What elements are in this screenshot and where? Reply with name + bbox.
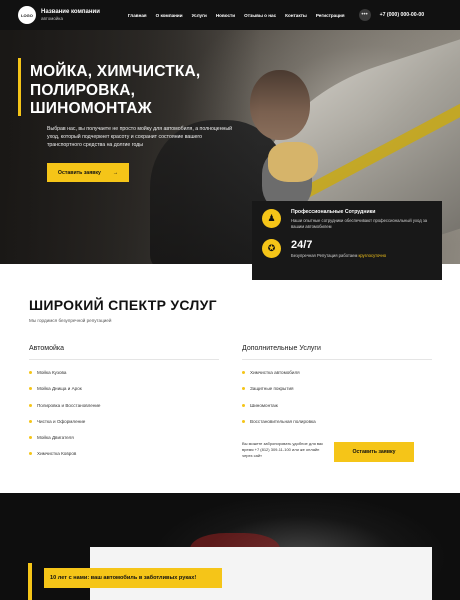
booking-text: Вы можете забронировать удобное для вас …	[242, 441, 324, 459]
car-wash-column-title: Автомойка	[29, 345, 64, 352]
feature-24-7-desc: Безупречная Репутация работаем круглосут…	[291, 253, 386, 259]
list-item-label: Химчистка автомобиля	[250, 370, 300, 375]
company-subtitle: автомойка	[41, 15, 63, 21]
list-item-label: Шиномонтаж	[250, 402, 278, 408]
bullet-icon	[29, 371, 32, 374]
feature-staff-desc: Наши опытные сотрудники обеспечивают про…	[291, 218, 428, 230]
car-wash-list: Мойка Кузова Мойка Днища и Арок Полировк…	[29, 370, 100, 468]
extra-services-list: Химчистка автомобиля Защитные покрытия Ш…	[242, 370, 316, 435]
bullet-icon	[29, 387, 32, 391]
header-phone[interactable]: +7 (000) 000-00-00	[380, 12, 425, 18]
feature-staff: ♟ Профессиональные Сотрудники Наши опытн…	[262, 209, 432, 231]
hero-description: Выбрав нас, вы получаете не просто мойку…	[47, 126, 233, 149]
company-name: Название компании	[41, 8, 100, 15]
list-item[interactable]: Мойка Кузова	[29, 370, 100, 375]
banner-accent	[28, 563, 32, 600]
list-item[interactable]: Мойка Днища и Арок	[29, 386, 100, 391]
bullet-icon	[29, 436, 32, 440]
bullet-icon	[29, 452, 32, 456]
list-item-label: Чистка и Оформление	[37, 418, 86, 424]
more-menu-icon[interactable]: •••	[358, 9, 371, 21]
bullet-icon	[242, 419, 245, 423]
list-item-label: Восстановительная полировка	[250, 418, 316, 424]
list-item[interactable]: Шиномонтаж	[242, 403, 316, 408]
bullet-icon	[242, 371, 245, 374]
bullet-icon	[29, 419, 32, 423]
hero-request-label: Оставить заявку	[57, 169, 101, 176]
feature-24-7-title: 24/7	[291, 238, 313, 251]
feature-24-7-accent: круглосуточно	[358, 252, 387, 258]
list-item[interactable]: Защитные покрытия	[242, 386, 316, 391]
list-item-label: Мойка Кузова	[37, 370, 67, 375]
feature-staff-title: Профессиональные Сотрудники	[291, 209, 376, 215]
list-item[interactable]: Химчистка Ковров	[29, 451, 100, 456]
brand: Название компании автомойка	[41, 9, 100, 21]
nav-home[interactable]: Главная	[128, 13, 147, 18]
logo[interactable]: LOGO	[18, 6, 36, 24]
nav-contacts[interactable]: Контакты	[285, 13, 307, 18]
site-header: LOGO Название компании автомойка Главная…	[0, 0, 460, 30]
hero-request-button[interactable]: Оставить заявку →	[47, 163, 129, 182]
booking-request-button[interactable]: Оставить заявку	[334, 442, 414, 462]
list-item-label: Защитные покрытия	[250, 386, 294, 392]
services-title: Широкий спектр услуг	[29, 297, 217, 313]
polishing-cloth	[268, 142, 318, 182]
extra-services-column-title: Дополнительные Услуги	[242, 345, 321, 352]
list-item-label: Мойка Днища и Арок	[37, 386, 82, 392]
list-item-label: Полировка и Восстановление	[37, 402, 101, 408]
list-item-label: Мойка Двигателя	[37, 435, 74, 441]
list-item[interactable]: Полировка и Восстановление	[29, 403, 100, 408]
bullet-icon	[29, 403, 32, 407]
bullet-icon	[242, 387, 245, 391]
nav-reviews[interactable]: Отзывы о нас	[244, 13, 276, 18]
nav-about[interactable]: О компании	[156, 13, 183, 18]
hero-title: Мойка, химчистка, полировка, шиномонтаж	[30, 63, 201, 118]
feature-24-7: ✪ 24/7 Безупречная Репутация работаем кр…	[262, 238, 432, 259]
nav-news[interactable]: Новости	[216, 13, 235, 18]
list-item[interactable]: Химчистка автомобиля	[242, 370, 316, 375]
list-item[interactable]: Восстановительная полировка	[242, 419, 316, 424]
feature-24-7-desc-text: Безупречная Репутация работаем	[291, 252, 359, 258]
bullet-icon	[242, 403, 245, 407]
nav-register[interactable]: Регистрация	[316, 13, 345, 18]
divider	[29, 359, 219, 360]
nav-services[interactable]: Услуги	[192, 13, 207, 18]
list-item-label: Химчистка Ковров	[37, 451, 77, 457]
hero-title-accent	[18, 58, 21, 116]
anniversary-banner: 10 лет с нами: ваш автомобиль в заботлив…	[44, 568, 222, 588]
main-nav: Главная О компании Услуги Новости Отзывы…	[128, 13, 345, 18]
divider	[242, 359, 432, 360]
services-subtitle: Мы гордимся безупречной репутацией	[29, 318, 112, 323]
arrow-right-icon: →	[112, 169, 119, 176]
features-box: ♟ Профессиональные Сотрудники Наши опытн…	[252, 201, 442, 280]
list-item[interactable]: Чистка и Оформление	[29, 419, 100, 424]
badge-icon: ✪	[262, 238, 281, 258]
staff-icon: ♟	[262, 209, 281, 228]
list-item[interactable]: Мойка Двигателя	[29, 435, 100, 440]
